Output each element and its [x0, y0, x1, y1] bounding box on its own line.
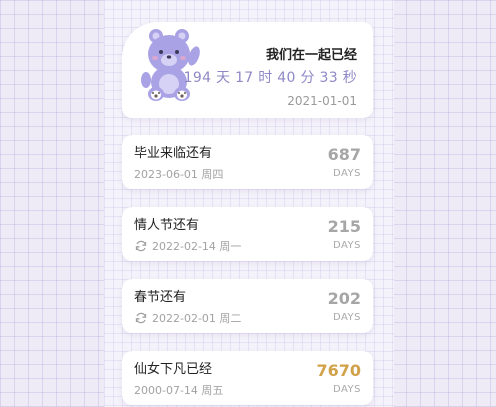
event-date-row: 2023-06-01 周四 — [134, 166, 223, 182]
event-day-unit: DAYS — [332, 384, 361, 395]
event-date: 2000-07-14 周五 — [134, 384, 224, 397]
event-date-row: 2022-02-01 周二 — [134, 310, 241, 326]
event-day-count: 215 — [327, 217, 361, 236]
event-day-count: 687 — [327, 145, 361, 164]
anniversary-title: 我们在一起已经 — [265, 48, 357, 63]
event-date: 2022-02-01 周二 — [152, 312, 242, 325]
event-date: 2022-02-14 周一 — [152, 240, 242, 253]
event-title: 仙女下凡已经 — [134, 362, 213, 377]
event-card-spring-festival[interactable]: 春节还有 2022-02-01 周二 202 DAYS — [122, 279, 373, 333]
repeat-icon — [135, 240, 147, 252]
event-date-row: 2022-02-14 周一 — [134, 238, 241, 254]
repeat-icon — [135, 312, 147, 324]
event-card-fairy-descent[interactable]: 仙女下凡已经 2000-07-14 周五 7670 DAYS — [122, 351, 373, 405]
bear-mascot-icon — [141, 29, 200, 101]
event-day-unit: DAYS — [332, 168, 361, 179]
event-day-unit: DAYS — [332, 312, 361, 323]
anniversary-counter: 194 天 17 时 40 分 33 秒 — [183, 70, 357, 86]
event-title: 情人节还有 — [134, 218, 200, 233]
anniversary-start-date: 2021-01-01 — [287, 94, 357, 108]
event-date-row: 2000-07-14 周五 — [134, 382, 223, 398]
event-title: 春节还有 — [134, 290, 187, 305]
event-day-count: 202 — [327, 289, 361, 308]
event-card-valentines[interactable]: 情人节还有 2022-02-14 周一 215 DAYS — [122, 207, 373, 261]
anniversary-card[interactable]: 我们在一起已经 194 天 17 时 40 分 33 秒 2021-01-01 — [122, 22, 373, 118]
event-day-count: 7670 — [316, 361, 361, 380]
event-day-unit: DAYS — [332, 240, 361, 251]
event-card-graduation[interactable]: 毕业来临还有 2023-06-01 周四 687 DAYS — [122, 135, 373, 189]
event-title: 毕业来临还有 — [134, 146, 213, 161]
event-date: 2023-06-01 周四 — [134, 168, 224, 181]
